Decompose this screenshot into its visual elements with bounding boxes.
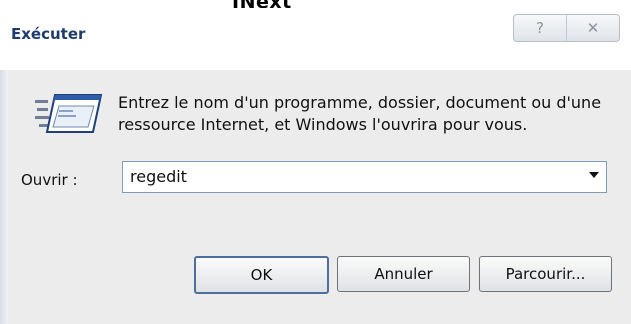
ok-button[interactable]: OK	[194, 256, 329, 294]
dialog-content: Entrez le nom d'un programme, dossier, d…	[8, 70, 631, 324]
help-button[interactable]: ?	[514, 15, 566, 41]
window-title: Exécuter	[11, 25, 86, 43]
title-bar: Exécuter ? ✕	[0, 8, 631, 70]
window-frame	[0, 70, 8, 324]
run-dialog: Exécuter ? ✕ Entrez le nom d'un programm…	[0, 8, 631, 324]
help-icon: ?	[536, 19, 544, 37]
open-input[interactable]	[130, 166, 560, 186]
dialog-description: Entrez le nom d'un programme, dossier, d…	[118, 93, 602, 134]
open-combobox[interactable]	[122, 161, 607, 193]
close-icon: ✕	[586, 19, 600, 37]
open-label: Ouvrir :	[21, 171, 78, 189]
close-button[interactable]: ✕	[566, 15, 619, 41]
browse-button[interactable]: Parcourir...	[479, 256, 612, 292]
chevron-down-icon[interactable]	[589, 172, 599, 178]
cancel-button[interactable]: Annuler	[337, 256, 470, 292]
caption-buttons: ? ✕	[513, 14, 620, 42]
run-program-icon	[35, 94, 103, 133]
